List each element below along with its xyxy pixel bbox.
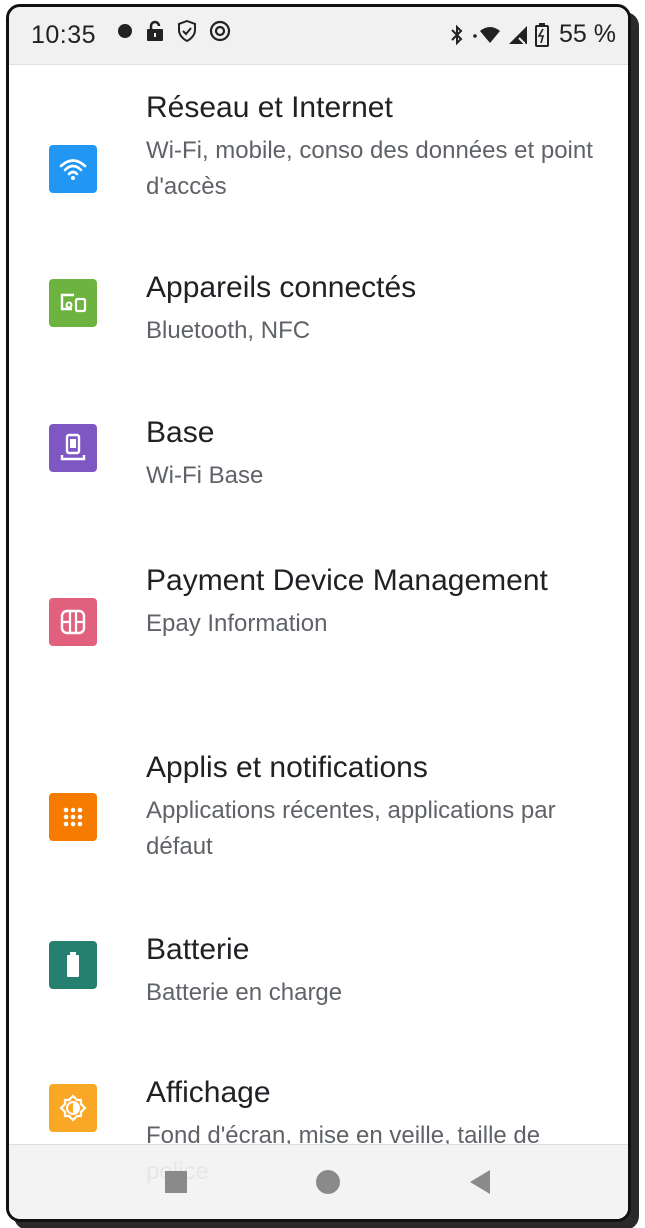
setting-base[interactable]: Base Wi-Fi Base	[9, 410, 628, 520]
setting-connected-devices[interactable]: Appareils connectés Bluetooth, NFC	[9, 265, 628, 375]
apps-grid-icon	[49, 793, 97, 841]
setting-title: Batterie	[146, 933, 250, 966]
back-triangle-icon	[470, 1170, 490, 1194]
dot-icon	[117, 23, 133, 39]
setting-subtitle: Applications récentes, applications par …	[146, 797, 556, 860]
setting-payment-device-management[interactable]: Payment Device Management Epay Informati…	[9, 558, 628, 708]
setting-title: Réseau et Internet	[146, 91, 393, 124]
phone-screen: 10:35 55 % Réseau et Internet Wi-Fi, mob…	[6, 4, 631, 1222]
status-time: 10:35	[31, 21, 97, 49]
card-icon	[49, 598, 97, 646]
devices-icon	[49, 279, 97, 327]
setting-subtitle: Batterie en charge	[146, 979, 343, 1006]
lock-icon	[145, 20, 165, 42]
at-icon	[209, 20, 231, 42]
setting-subtitle: Wi-Fi, mobile, conso des données et poin…	[146, 137, 593, 200]
setting-subtitle: Wi-Fi Base	[146, 462, 264, 489]
wifi-icon	[471, 24, 501, 46]
navigation-bar	[9, 1144, 628, 1219]
back-button[interactable]	[465, 1167, 495, 1197]
signal-icon	[507, 24, 529, 46]
bluetooth-icon	[449, 24, 465, 46]
setting-title: Appareils connectés	[146, 271, 417, 304]
battery-icon	[49, 941, 97, 989]
status-right-icons: 55 %	[449, 20, 616, 49]
home-button[interactable]	[313, 1167, 343, 1197]
setting-title: Applis et notifications	[146, 751, 428, 784]
setting-subtitle: Bluetooth, NFC	[146, 317, 311, 344]
square-icon	[165, 1171, 187, 1193]
battery-icon	[535, 22, 550, 47]
circle-icon	[316, 1170, 340, 1194]
status-bar: 10:35 55 %	[9, 7, 628, 65]
recents-button[interactable]	[161, 1167, 191, 1197]
battery-percent: 55 %	[559, 20, 616, 48]
setting-apps-notifications[interactable]: Applis et notifications Applications réc…	[9, 745, 628, 895]
setting-title: Payment Device Management	[146, 564, 548, 597]
base-device-icon	[49, 424, 97, 472]
shield-icon	[177, 20, 197, 42]
wifi-icon	[49, 145, 97, 193]
setting-network-internet[interactable]: Réseau et Internet Wi-Fi, mobile, conso …	[9, 85, 628, 235]
setting-title: Affichage	[146, 1076, 271, 1109]
brightness-icon	[49, 1084, 97, 1132]
setting-battery[interactable]: Batterie Batterie en charge	[9, 927, 628, 1037]
setting-title: Base	[146, 416, 215, 449]
setting-subtitle: Epay Information	[146, 610, 328, 637]
status-left-icons	[117, 20, 231, 42]
